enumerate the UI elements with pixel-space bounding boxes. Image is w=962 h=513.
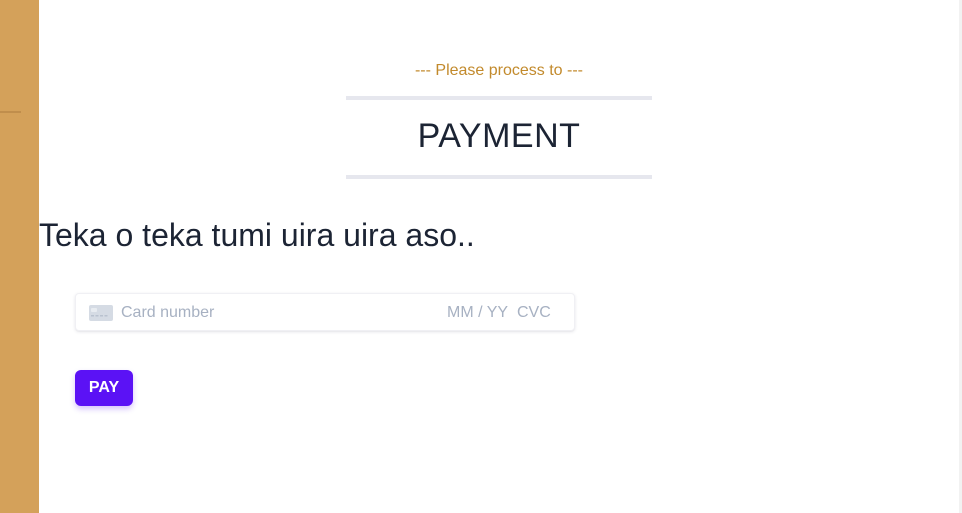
sidebar-divider [0, 111, 21, 113]
sidebar [0, 0, 39, 513]
credit-card-icon [89, 305, 113, 321]
card-input-field[interactable]: Card number MM / YY CVC [75, 293, 575, 331]
card-number-input[interactable]: Card number [121, 304, 214, 322]
expiry-date-input[interactable]: MM / YY [447, 304, 508, 322]
title-rule-bottom [346, 175, 652, 179]
page-title: PAYMENT [417, 117, 581, 155]
payment-page: --- Please process to --- PAYMENT Teka o… [0, 0, 962, 513]
payment-subtitle: --- Please process to --- [414, 62, 584, 79]
title-rule-top [346, 96, 652, 100]
cvc-input[interactable]: CVC [517, 304, 551, 322]
payment-heading: Teka o teka tumi uira uira aso.. [39, 217, 475, 253]
pay-button[interactable]: PAY [75, 370, 133, 406]
